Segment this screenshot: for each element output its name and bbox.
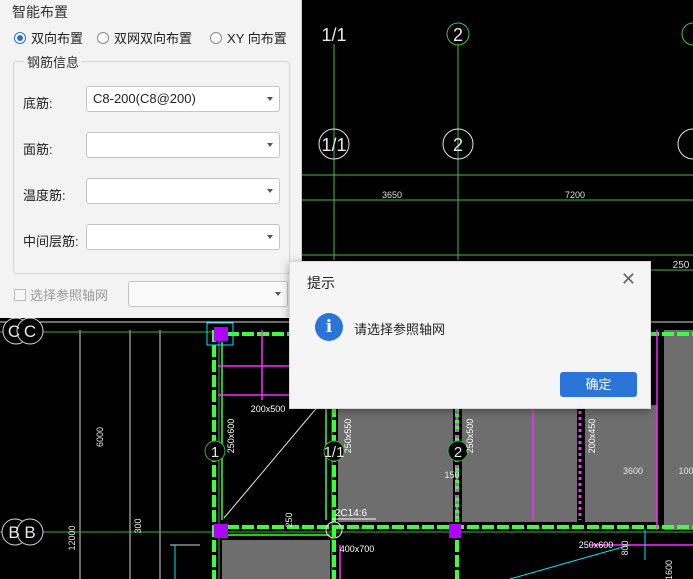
radio-bidirectional[interactable]: 双向布置 bbox=[14, 28, 83, 47]
close-icon[interactable]: ✕ bbox=[621, 270, 636, 288]
reference-axis-checkbox-label: 选择参照轴网 bbox=[30, 288, 109, 303]
radio-double-net-indicator[interactable] bbox=[97, 31, 110, 44]
chevron-down-icon bbox=[267, 235, 273, 239]
smart-layout-panel: 智能布置 双向布置 双网双向布置 XY 向布置 钢筋信息 底筋: C8-200(… bbox=[0, 0, 302, 318]
dimension-100: 100 bbox=[678, 466, 693, 476]
rebar-info-group-label: 钢筋信息 bbox=[24, 52, 83, 71]
radio-xy-indicator[interactable] bbox=[210, 31, 223, 44]
beam-label-200x450: 200x450 bbox=[587, 419, 597, 454]
reference-axis-select[interactable] bbox=[128, 281, 288, 307]
axis-label-top-2: 2 bbox=[453, 25, 463, 45]
radio-bidirectional-label: 双向布置 bbox=[31, 31, 84, 46]
dimension-1600: 1600 bbox=[664, 560, 674, 579]
temperature-rebar-label: 温度筋: bbox=[23, 188, 66, 203]
middle-layer-rebar-label: 中间层筋: bbox=[23, 234, 79, 249]
ok-button[interactable]: 确定 bbox=[560, 372, 637, 397]
axis-label-row-c: C bbox=[8, 322, 20, 341]
radio-double-net-label: 双网双向布置 bbox=[114, 31, 193, 46]
top-rebar-select[interactable] bbox=[86, 132, 280, 158]
beam-label-250x600-b: 250x600 bbox=[579, 540, 614, 550]
axis-label-row-b-2: B bbox=[24, 523, 35, 542]
dimension-150: 150 bbox=[444, 470, 459, 480]
axis-label-row-c-2: C bbox=[24, 322, 36, 341]
info-icon: i bbox=[315, 313, 343, 341]
chevron-down-icon bbox=[267, 143, 273, 147]
beam-label-200x500: 200x500 bbox=[251, 404, 286, 414]
dimension-7200: 7200 bbox=[565, 190, 585, 200]
middle-layer-rebar-select[interactable] bbox=[86, 224, 280, 250]
beam-label-250x600: 250x600 bbox=[226, 419, 236, 454]
dialog-title: 提示 bbox=[307, 275, 335, 291]
layout-mode-radio-group: 双向布置 双网双向布置 XY 向布置 bbox=[14, 28, 293, 47]
radio-double-net-bidirectional[interactable]: 双网双向布置 bbox=[97, 28, 192, 47]
axis-label-low-1-1: 1/1 bbox=[324, 444, 345, 461]
axis-label-top-1-1: 1/1 bbox=[321, 25, 346, 45]
beam-label-250x500: 250x500 bbox=[465, 419, 475, 454]
dimension-800: 800 bbox=[620, 540, 630, 555]
dimension-300: 300 bbox=[133, 518, 143, 533]
dimension-250: 250 bbox=[673, 260, 690, 271]
radio-xy[interactable]: XY 向布置 bbox=[210, 28, 287, 47]
bottom-rebar-value: C8-200(C8@200) bbox=[93, 91, 196, 106]
chevron-down-icon bbox=[267, 189, 273, 193]
axis-label-mid-1-1: 1/1 bbox=[321, 135, 346, 155]
dimension-3650: 3650 bbox=[382, 190, 402, 200]
reference-axis-checkbox[interactable] bbox=[14, 288, 26, 301]
panel-title: 智能布置 bbox=[12, 4, 68, 20]
axis-label-mid-2: 2 bbox=[453, 135, 463, 155]
top-rebar-label: 面筋: bbox=[23, 142, 53, 157]
radio-xy-label: XY 向布置 bbox=[227, 31, 287, 46]
chevron-down-icon bbox=[267, 97, 273, 101]
axis-label-low-1: 1 bbox=[211, 444, 219, 461]
temperature-rebar-select[interactable] bbox=[86, 178, 280, 204]
bottom-rebar-label: 底筋: bbox=[23, 96, 53, 111]
axis-label-low-2: 2 bbox=[454, 444, 462, 461]
prompt-dialog: 提示 ✕ i 请选择参照轴网 确定 bbox=[289, 261, 651, 409]
chevron-down-icon bbox=[275, 292, 281, 296]
beam-label-250x550: 250x550 bbox=[343, 419, 353, 454]
rebar-label: 2C14:6 bbox=[335, 508, 368, 519]
dialog-message: 请选择参照轴网 bbox=[354, 322, 446, 337]
beam-label-400x700: 400x700 bbox=[340, 544, 375, 554]
axis-label-row-b: B bbox=[8, 523, 19, 542]
bottom-rebar-select[interactable]: C8-200(C8@200) bbox=[86, 86, 280, 112]
radio-bidirectional-indicator[interactable] bbox=[14, 31, 26, 44]
dimension-6000: 6000 bbox=[95, 427, 105, 447]
dimension-12000: 12000 bbox=[67, 525, 77, 550]
reference-axis-checkbox-row[interactable]: 选择参照轴网 bbox=[14, 285, 108, 304]
dimension-250-b: 250 bbox=[284, 512, 294, 527]
dimension-3600: 3600 bbox=[623, 466, 643, 476]
